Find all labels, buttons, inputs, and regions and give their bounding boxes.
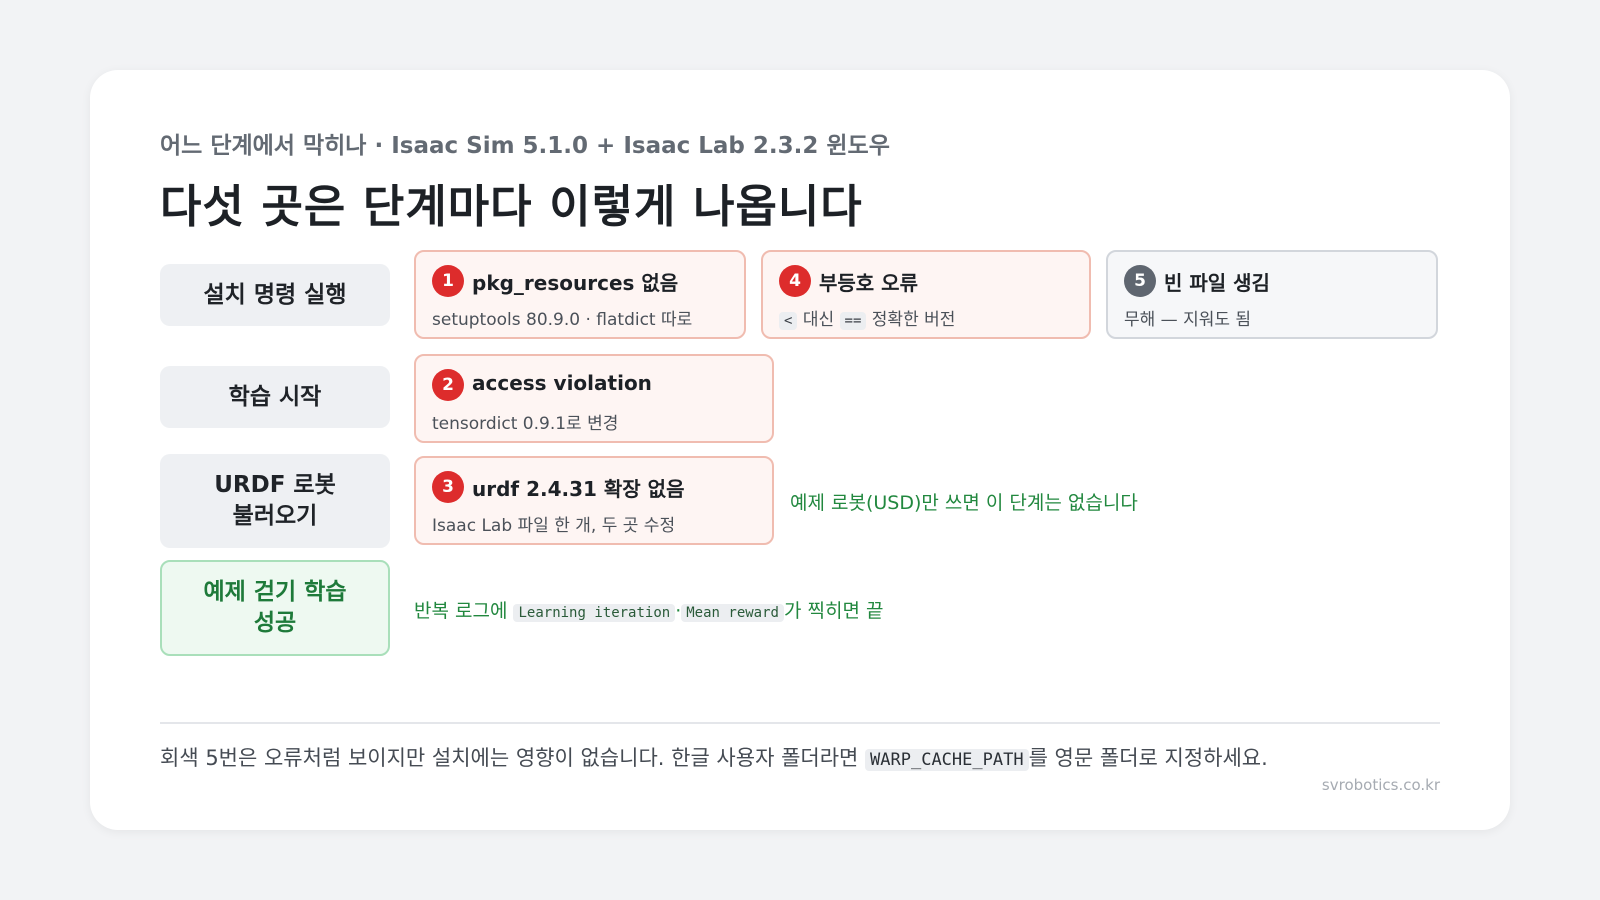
error-title-3: urdf 2.4.31 확장 없음	[472, 477, 685, 501]
stage-urdf-load: URDF 로봇 불러오기	[160, 454, 390, 548]
stage-train-start: 학습 시작	[160, 366, 390, 428]
error-badge-5: 5	[1124, 265, 1156, 297]
error-desc-3: Isaac Lab 파일 한 개, 두 곳 수정	[432, 516, 676, 536]
error-desc-5: 무해 — 지워도 됨	[1124, 310, 1252, 330]
code-learning-iteration: Learning iteration	[513, 604, 676, 622]
error-badge-3: 3	[432, 471, 464, 503]
error-card-1: 1 pkg_resources 없음 setuptools 80.9.0 · f…	[414, 250, 746, 339]
page-title: 다섯 곳은 단계마다 이렇게 나옵니다	[160, 180, 863, 233]
stage-install-label: 설치 명령 실행	[203, 281, 347, 308]
error-title-4: 부등호 오류	[819, 271, 918, 295]
error-card-5: 5 빈 파일 생김 무해 — 지워도 됨	[1106, 250, 1438, 339]
stage-success: 예제 걷기 학습 성공	[160, 560, 390, 656]
divider	[160, 722, 1440, 724]
error-title-1: pkg_resources 없음	[472, 271, 679, 295]
error-badge-4: 4	[779, 265, 811, 297]
error-card-3: 3 urdf 2.4.31 확장 없음 Isaac Lab 파일 한 개, 두 …	[414, 456, 774, 545]
error-card-4: 4 부등호 오류 < 대신 == 정확한 버전	[761, 250, 1091, 339]
main-card: 어느 단계에서 막히나 · Isaac Sim 5.1.0 + Isaac La…	[90, 70, 1510, 830]
urdf-skip-note: 예제 로봇(USD)만 쓰면 이 단계는 없습니다	[790, 492, 1138, 514]
footer-note: 회색 5번은 오류처럼 보이지만 설치에는 영향이 없습니다. 한글 사용자 폴…	[160, 746, 1268, 771]
error-title-2: access violation	[472, 371, 652, 395]
site-watermark: svrobotics.co.kr	[1321, 776, 1440, 794]
error-desc-1: setuptools 80.9.0 · flatdict 따로	[432, 310, 693, 330]
page-subtitle: 어느 단계에서 막히나 · Isaac Sim 5.1.0 + Isaac La…	[160, 133, 890, 159]
error-badge-1: 1	[432, 265, 464, 297]
stage-urdf-label-line2: 불러오기	[232, 503, 318, 529]
code-mean-reward: Mean reward	[681, 604, 784, 622]
code-warp-cache-path: WARP_CACHE_PATH	[865, 749, 1029, 771]
stage-success-label-line1: 예제 걷기 학습	[203, 579, 347, 605]
code-less-than: <	[779, 312, 798, 330]
code-double-equals: ==	[839, 312, 867, 330]
error-badge-2: 2	[432, 369, 464, 401]
stage-install: 설치 명령 실행	[160, 264, 390, 326]
error-card-2: 2 access violation tensordict 0.9.1로 변경	[414, 354, 774, 443]
stage-success-label-line2: 성공	[253, 610, 297, 636]
error-desc-4: < 대신 == 정확한 버전	[779, 305, 955, 330]
error-desc-2: tensordict 0.9.1로 변경	[432, 414, 619, 434]
stage-urdf-label-line1: URDF 로봇	[214, 472, 336, 498]
success-note: 반복 로그에 Learning iteration · Mean reward 가 찍…	[414, 600, 884, 622]
error-title-5: 빈 파일 생김	[1164, 271, 1270, 295]
stage-train-start-label: 학습 시작	[228, 383, 322, 410]
